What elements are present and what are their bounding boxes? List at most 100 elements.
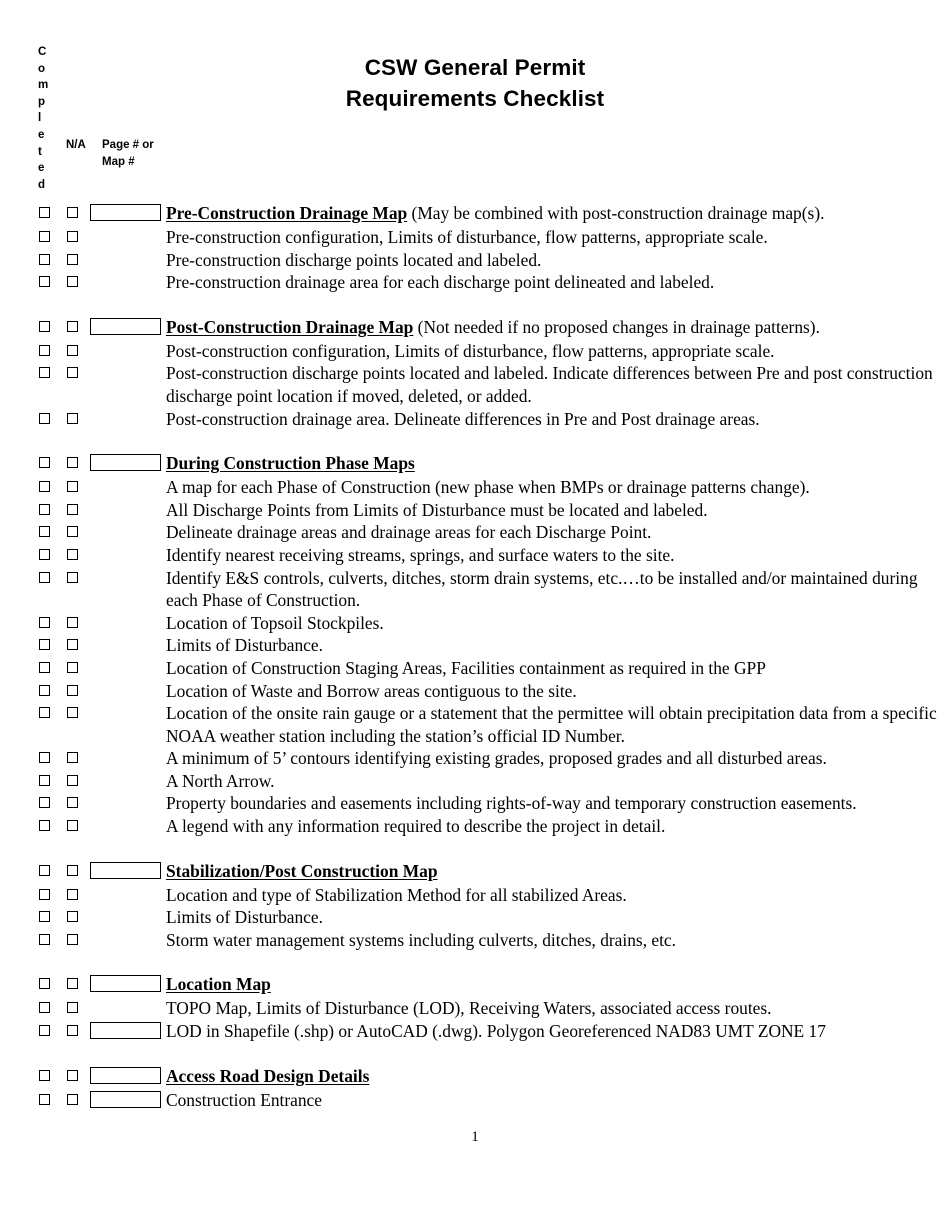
na-checkbox[interactable] — [67, 888, 78, 900]
na-checkbox[interactable] — [67, 752, 78, 764]
checklist-item-row: A map for each Phase of Construction (ne… — [0, 476, 950, 499]
page-ref-input[interactable] — [90, 861, 161, 879]
checklist-item-row: Pre-construction configuration, Limits o… — [0, 226, 950, 249]
checklist-item-text: Identify E&S controls, culverts, ditches… — [166, 567, 918, 611]
na-checkbox[interactable] — [67, 231, 78, 242]
na-checkbox[interactable] — [67, 503, 78, 515]
page-ref-input[interactable] — [90, 204, 161, 221]
completed-checkbox[interactable] — [39, 481, 50, 493]
completed-checkbox[interactable] — [39, 797, 50, 809]
na-checkbox[interactable] — [67, 1002, 78, 1014]
completed-checkbox[interactable] — [39, 752, 50, 764]
checklist-item-row: Storm water management systems including… — [0, 929, 950, 952]
page-ref-input[interactable] — [90, 1090, 161, 1108]
na-checkbox[interactable] — [67, 797, 78, 809]
page-ref-input[interactable] — [90, 1066, 161, 1084]
completed-checkbox[interactable] — [39, 1025, 50, 1037]
completed-checkbox[interactable] — [39, 412, 50, 424]
completed-checkbox[interactable] — [39, 707, 50, 719]
na-checkbox[interactable] — [67, 1093, 78, 1105]
completed-checkbox[interactable] — [39, 684, 50, 696]
completed-checkbox[interactable] — [39, 457, 50, 469]
checklist-rows: Pre-Construction Drainage Map (May be co… — [0, 202, 950, 1111]
checklist-item-text: Pre-construction configuration, Limits o… — [166, 227, 768, 247]
completed-checkbox[interactable] — [39, 548, 50, 560]
checklist-item-text: Limits of Disturbance. — [166, 635, 323, 656]
completed-checkbox[interactable] — [39, 344, 50, 356]
checklist-item-text: Post-construction discharge points locat… — [166, 363, 933, 406]
section-heading: Location Map — [166, 973, 940, 996]
completed-checkbox[interactable] — [39, 503, 50, 515]
completed-checkbox[interactable] — [39, 661, 50, 673]
na-checkbox[interactable] — [67, 548, 78, 560]
page-ref-input[interactable] — [90, 317, 161, 335]
na-checkbox[interactable] — [67, 412, 78, 424]
completed-checkbox[interactable] — [39, 1069, 50, 1081]
na-checkbox[interactable] — [67, 320, 78, 332]
na-checkbox[interactable] — [67, 367, 78, 379]
page-ref-input[interactable] — [90, 1022, 161, 1040]
na-checkbox[interactable] — [67, 481, 78, 493]
page-ref-input[interactable] — [90, 975, 161, 993]
na-checkbox[interactable] — [67, 276, 78, 288]
na-checkbox[interactable] — [67, 457, 78, 469]
page-ref-input[interactable] — [90, 454, 161, 472]
completed-checkbox[interactable] — [39, 253, 50, 265]
completed-checkbox[interactable] — [39, 888, 50, 900]
completed-checkbox[interactable] — [39, 231, 50, 242]
page-title: CSW General Permit Requirements Checklis… — [0, 52, 950, 114]
checklist-item-row: Post-construction drainage area. Delinea… — [0, 408, 950, 431]
na-checkbox[interactable] — [67, 774, 78, 786]
na-checkbox[interactable] — [67, 639, 78, 651]
na-checkbox[interactable] — [67, 707, 78, 719]
completed-checkbox[interactable] — [39, 774, 50, 786]
na-checkbox[interactable] — [67, 1069, 78, 1081]
completed-checkbox[interactable] — [39, 367, 50, 379]
na-checkbox[interactable] — [67, 933, 78, 945]
completed-checkbox[interactable] — [39, 911, 50, 923]
completed-checkbox[interactable] — [39, 1093, 50, 1105]
page-ref-header-line1: Page # or — [102, 139, 154, 151]
completed-letter-5: e — [38, 128, 45, 141]
completed-checkbox[interactable] — [39, 820, 50, 832]
completed-checkbox[interactable] — [39, 276, 50, 288]
na-checkbox[interactable] — [67, 1025, 78, 1037]
section-heading-title: Access Road Design Details — [166, 1065, 370, 1086]
section-header-row: During Construction Phase Maps — [0, 452, 950, 476]
completed-checkbox[interactable] — [39, 978, 50, 990]
completed-checkbox[interactable] — [39, 933, 50, 945]
na-checkbox[interactable] — [67, 616, 78, 628]
na-checkbox[interactable] — [67, 911, 78, 923]
completed-checkbox[interactable] — [39, 207, 50, 218]
na-checkbox[interactable] — [67, 253, 78, 265]
checklist-item-text: Location and type of Stabilization Metho… — [166, 884, 627, 905]
checklist-item-text: Location of the onsite rain gauge or a s… — [166, 703, 937, 746]
na-checkbox[interactable] — [67, 684, 78, 696]
completed-checkbox[interactable] — [39, 320, 50, 332]
checklist-item-row: Pre-construction discharge points locate… — [0, 249, 950, 272]
checklist-item-row: Limits of Disturbance. — [0, 906, 950, 929]
section-heading-title: Stabilization/Post Construction Map — [166, 860, 438, 881]
section-heading: Pre-Construction Drainage Map (May be co… — [166, 202, 940, 225]
na-checkbox[interactable] — [67, 864, 78, 876]
completed-checkbox[interactable] — [39, 639, 50, 651]
completed-checkbox[interactable] — [39, 526, 50, 538]
na-checkbox[interactable] — [67, 526, 78, 538]
na-checkbox[interactable] — [67, 344, 78, 356]
na-checkbox[interactable] — [67, 978, 78, 990]
checklist-item-text: Pre-construction drainage area for each … — [166, 272, 715, 293]
checklist-item-row: A North Arrow. — [0, 770, 950, 793]
completed-checkbox[interactable] — [39, 616, 50, 628]
checklist-item-row: LOD in Shapefile (.shp) or AutoCAD (.dwg… — [0, 1020, 950, 1043]
na-checkbox[interactable] — [67, 207, 78, 218]
completed-checkbox[interactable] — [39, 571, 50, 583]
checklist-item-row: Location of Construction Staging Areas, … — [0, 657, 950, 680]
na-checkbox[interactable] — [67, 661, 78, 673]
na-checkbox[interactable] — [67, 820, 78, 832]
checklist-item-text: Location of Construction Staging Areas, … — [166, 657, 766, 678]
completed-checkbox[interactable] — [39, 1002, 50, 1014]
checklist-page: Completed N/A Page # or Map # CSW Genera… — [0, 0, 950, 1226]
checklist-item-row: A minimum of 5’ contours identifying exi… — [0, 747, 950, 770]
completed-checkbox[interactable] — [39, 864, 50, 876]
na-checkbox[interactable] — [67, 571, 78, 583]
